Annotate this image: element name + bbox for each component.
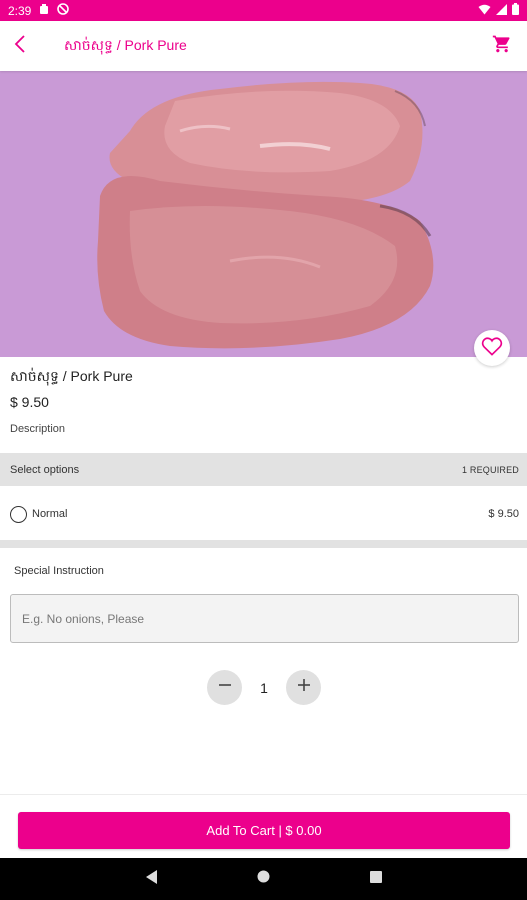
system-nav-bar [0, 858, 527, 900]
signal-icon [496, 3, 507, 18]
add-to-cart-button[interactable]: Add To Cart | $ 0.00 [18, 812, 510, 849]
quantity-value: 1 [260, 679, 268, 696]
special-instruction-label: Special Instruction [14, 565, 104, 577]
triangle-back-icon [145, 869, 158, 889]
square-recents-icon [369, 870, 382, 888]
section-divider [0, 540, 527, 548]
cart-icon [492, 34, 512, 59]
battery-icon [512, 3, 519, 18]
nav-recents-button[interactable] [366, 869, 386, 889]
minus-icon [218, 678, 232, 697]
back-button[interactable] [0, 21, 40, 71]
options-title: Select options [10, 463, 80, 476]
product-name: សាច់សុទ្ធ / Pork Pure [10, 368, 133, 384]
option-row-normal[interactable]: Normal $ 9.50 [0, 497, 527, 531]
special-instruction-input[interactable] [10, 594, 519, 643]
product-info: សាច់សុទ្ធ / Pork Pure $ 9.50 Description [10, 367, 510, 435]
option-price: $ 9.50 [488, 508, 519, 520]
product-price: $ 9.50 [10, 394, 49, 410]
bottom-divider [0, 794, 527, 795]
plus-icon [297, 678, 311, 697]
decrease-button[interactable] [207, 670, 242, 705]
nav-back-button[interactable] [142, 869, 162, 889]
options-header: Select options 1 REQUIRED [0, 453, 527, 486]
heart-outline-icon [481, 336, 503, 361]
favorite-button[interactable] [474, 330, 510, 366]
app-bar: សាច់សុទ្ធ / Pork Pure [0, 21, 527, 71]
option-label: Normal [32, 508, 68, 520]
required-badge: 1 REQUIRED [461, 464, 519, 475]
circle-home-icon [257, 870, 270, 888]
nav-home-button[interactable] [254, 869, 274, 889]
wifi-icon [478, 4, 491, 18]
cart-button[interactable] [487, 31, 517, 61]
chevron-left-icon [14, 34, 26, 58]
product-image [0, 71, 527, 357]
page-title: សាច់សុទ្ធ / Pork Pure [64, 36, 187, 53]
notification-icon [39, 3, 49, 18]
increase-button[interactable] [286, 670, 321, 705]
radio-button[interactable] [10, 505, 27, 523]
quantity-stepper: 1 [207, 670, 321, 705]
sync-icon [57, 3, 70, 18]
pork-photo-illustration [97, 81, 434, 349]
status-bar: 2:39 [0, 0, 527, 21]
description-label: Description [10, 423, 66, 435]
status-time: 2:39 [8, 3, 32, 18]
